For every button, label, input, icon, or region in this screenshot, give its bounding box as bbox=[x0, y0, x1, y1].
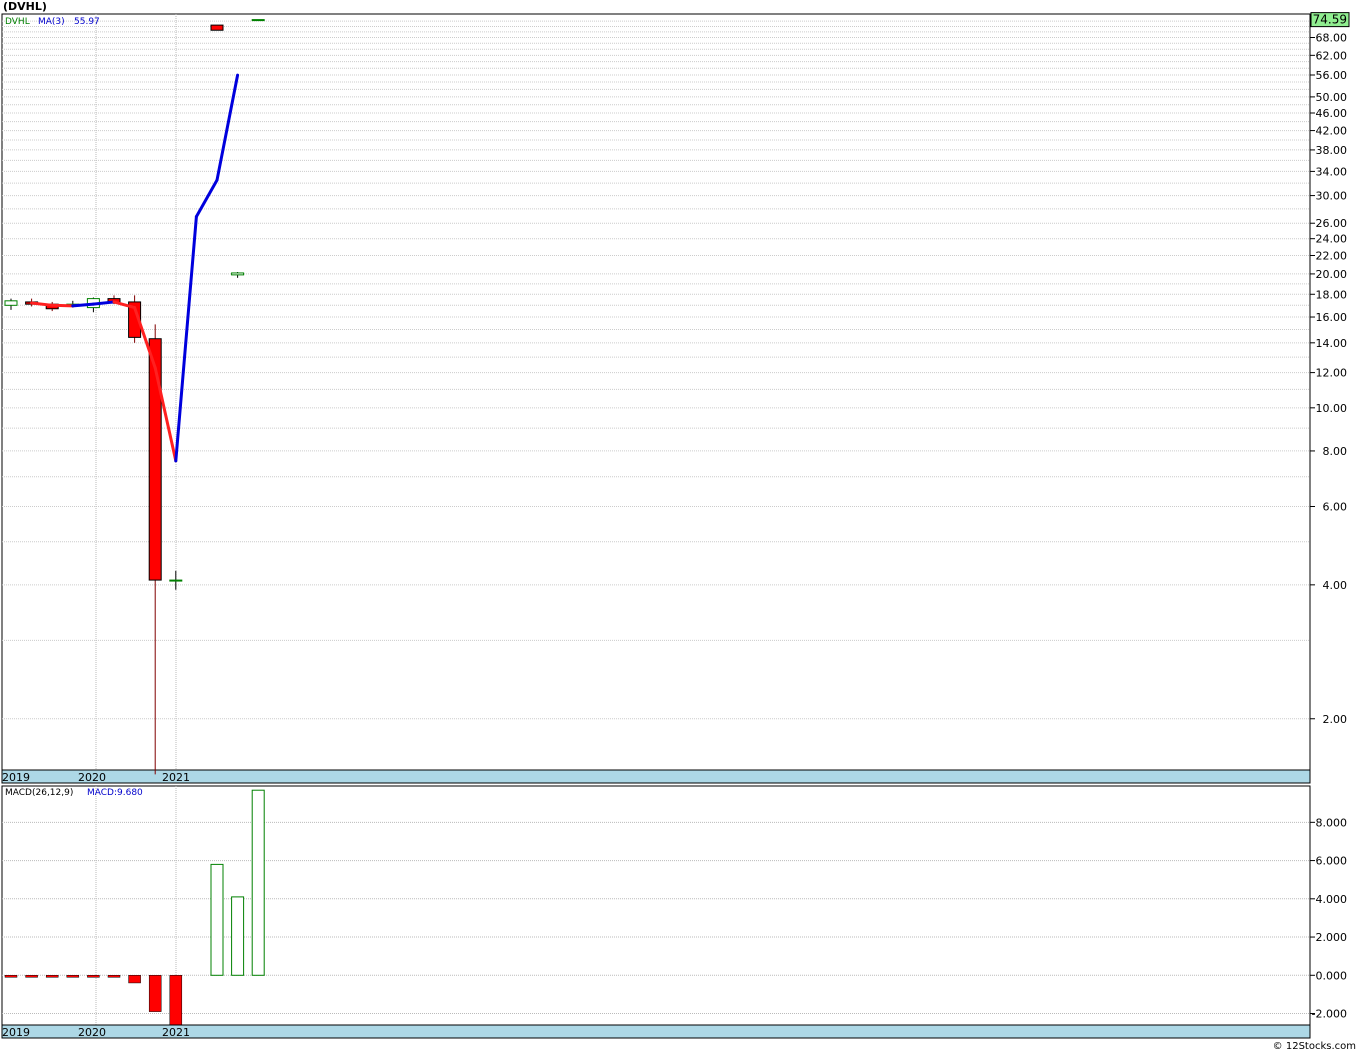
macd-bar bbox=[210, 863, 224, 976]
candle-body bbox=[169, 579, 183, 582]
ma-line-segment bbox=[71, 302, 95, 308]
price-tick-label: 26.00 bbox=[1316, 217, 1348, 230]
macd-tick-label: -2.000 bbox=[1312, 1008, 1347, 1021]
ma-line-segment bbox=[50, 303, 75, 308]
price-tick-label: 24.00 bbox=[1316, 233, 1348, 246]
macd-tick-label: 2.000 bbox=[1316, 931, 1348, 944]
macd-tick-label: 6.000 bbox=[1316, 855, 1348, 868]
stock-chart: 74.0068.0062.0056.0050.0046.0042.0038.00… bbox=[1, 12, 1350, 1039]
price-tick-label: 56.00 bbox=[1316, 69, 1348, 82]
price-tick-label: 38.00 bbox=[1316, 144, 1348, 157]
price-panel-frame bbox=[1, 13, 1311, 771]
macd-x-tick-label: 2020 bbox=[78, 1026, 106, 1039]
price-x-tick-label: 2019 bbox=[2, 771, 30, 784]
price-tick-label: 30.00 bbox=[1316, 190, 1348, 203]
macd-tick-label: 0.000 bbox=[1316, 969, 1348, 982]
macd-legend-label: MACD(26,12,9) bbox=[5, 788, 73, 798]
macd-bar bbox=[87, 975, 100, 978]
macd-bar bbox=[169, 975, 183, 1033]
candle bbox=[251, 19, 265, 22]
price-tick-label: 6.00 bbox=[1323, 501, 1348, 514]
price-tick-label: 8.00 bbox=[1323, 445, 1348, 458]
price-legend-symbol: DVHL bbox=[5, 17, 30, 27]
candle-body bbox=[251, 19, 265, 22]
macd-x-tick-label: 2021 bbox=[162, 1026, 190, 1039]
macd-tick-label: 8.000 bbox=[1316, 816, 1348, 829]
price-legend-ma-value: 55.97 bbox=[74, 17, 100, 27]
price-x-tick-label: 2020 bbox=[78, 771, 106, 784]
price-tick-label: 42.00 bbox=[1316, 125, 1348, 138]
price-tick-label: 4.00 bbox=[1323, 579, 1348, 592]
price-legend-ma-label: MA(3) bbox=[38, 17, 65, 27]
price-tick-label: 12.00 bbox=[1316, 367, 1348, 380]
macd-bar bbox=[45, 975, 59, 978]
macd-bar bbox=[107, 975, 121, 978]
price-tick-label: 34.00 bbox=[1316, 165, 1348, 178]
macd-bar bbox=[128, 975, 141, 984]
price-tick-label: 22.00 bbox=[1316, 249, 1348, 262]
macd-bar bbox=[4, 975, 18, 978]
macd-x-tick-label: 2019 bbox=[2, 1026, 30, 1039]
price-tick-label: 50.00 bbox=[1316, 91, 1348, 104]
price-tick-label: 46.00 bbox=[1316, 107, 1348, 120]
price-x-tick-label: 2021 bbox=[162, 771, 190, 784]
candle bbox=[210, 24, 224, 31]
candle-body bbox=[148, 338, 162, 581]
macd-tick-label: 4.000 bbox=[1316, 893, 1348, 906]
price-tick-label: 2.00 bbox=[1323, 713, 1348, 726]
candle-body bbox=[231, 272, 245, 276]
price-tick-label: 10.00 bbox=[1316, 402, 1348, 415]
macd-x-axis-band bbox=[1, 1024, 1311, 1039]
macd-legend-value: MACD:9.680 bbox=[87, 788, 143, 798]
price-tick-label: 20.00 bbox=[1316, 268, 1348, 281]
macd-bar bbox=[148, 975, 162, 1012]
last-price-label: 74.59 bbox=[1313, 13, 1347, 27]
copyright-footer: © 12Stocks.com bbox=[1272, 1041, 1356, 1052]
candle-body bbox=[210, 24, 224, 31]
price-x-axis-band bbox=[1, 769, 1311, 784]
price-tick-label: 18.00 bbox=[1316, 288, 1348, 301]
price-tick-label: 62.00 bbox=[1316, 49, 1348, 62]
macd-bar bbox=[66, 975, 80, 978]
price-tick-label: 14.00 bbox=[1316, 337, 1348, 350]
candle-body bbox=[4, 300, 18, 306]
macd-bar bbox=[251, 789, 265, 976]
price-tick-label: 68.00 bbox=[1316, 31, 1348, 44]
price-tick-label: 16.00 bbox=[1316, 311, 1348, 324]
macd-bar bbox=[231, 896, 245, 976]
macd-bar bbox=[25, 975, 38, 978]
